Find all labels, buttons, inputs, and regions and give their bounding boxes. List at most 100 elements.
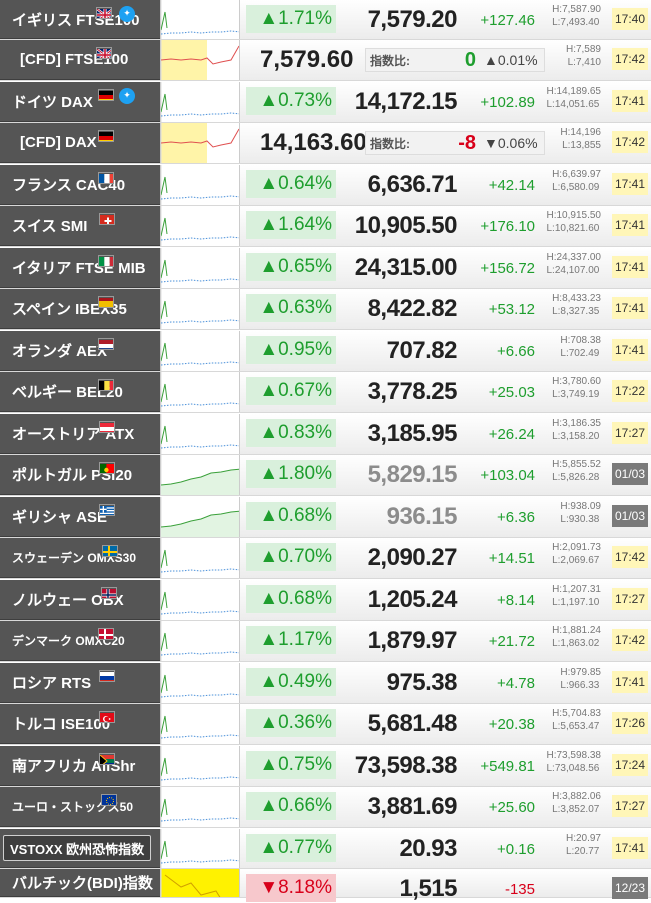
mini-chart[interactable]: [160, 787, 240, 827]
index-name-cell[interactable]: スイス SMI: [0, 206, 160, 246]
mini-chart[interactable]: [160, 289, 240, 329]
gr-flag-icon: [99, 504, 115, 516]
index-name-label[interactable]: ロシア RTS: [12, 672, 91, 693]
mini-chart[interactable]: [160, 621, 240, 661]
index-name-cell[interactable]: ベルギー BEL20: [0, 372, 160, 412]
high-low: H:6,639.97 L:6,580.09: [552, 168, 601, 194]
index-name-label[interactable]: バルチック(BDI)指数: [12, 872, 153, 893]
high-low: H:3,186.35 L:3,158.20: [552, 417, 601, 443]
index-row[interactable]: イタリア FTSE MIB ▲0.65% 24,315.00 +156.72 H:24,…: [0, 248, 651, 289]
mini-chart[interactable]: [160, 0, 240, 39]
index-name-label[interactable]: [CFD] FTSE100: [20, 51, 128, 68]
index-row[interactable]: ロシア RTS ▲0.49% 975.38 +4.78 H:979.85 L:966.33…: [0, 663, 651, 704]
low-value: L:1,863.02: [552, 638, 600, 649]
index-name-cell[interactable]: ドイツ DAX ✦: [0, 82, 160, 122]
index-name-cell[interactable]: オランダ AEX: [0, 331, 160, 371]
index-name-cell[interactable]: ロシア RTS: [0, 663, 160, 703]
index-row[interactable]: オーストリア ATX ▲0.83% 3,185.95 +26.24 H:3,186.35…: [0, 414, 651, 455]
index-name-cell[interactable]: イタリア FTSE MIB: [0, 248, 160, 288]
mini-chart[interactable]: [160, 414, 240, 454]
index-row[interactable]: デンマーク OMXC20 ▲1.17% 1,879.97 +21.72 H:1,881.…: [0, 621, 651, 662]
mini-chart[interactable]: [160, 580, 240, 620]
ratio-label: 指数比:: [370, 53, 410, 68]
index-name-cell[interactable]: ユーロ・ストックス50: [0, 787, 160, 827]
mini-chart[interactable]: [160, 704, 240, 744]
index-name-label[interactable]: 南アフリカ AllShr: [12, 755, 135, 776]
index-name-cell[interactable]: ギリシャ ASE: [0, 497, 160, 537]
index-name-label[interactable]: オランダ AEX: [12, 340, 107, 361]
mini-chart[interactable]: [160, 165, 240, 205]
mini-chart[interactable]: [160, 497, 240, 537]
index-row[interactable]: [CFD] DAX 14,163.60 指数比: -8 ▼0.06% H:14,196 L:…: [0, 123, 651, 164]
quote-cell: ▲0.95% 707.82 +6.66 H:708.38 L:702.49 17:41: [240, 331, 651, 371]
index-name-cell[interactable]: スウェーデン OMXS30: [0, 538, 160, 578]
index-name-cell[interactable]: デンマーク OMXC20: [0, 621, 160, 661]
index-row[interactable]: オランダ AEX ▲0.95% 707.82 +6.66 H:708.38 L:702.4…: [0, 331, 651, 372]
mini-chart[interactable]: [160, 455, 240, 495]
low-value: L:2,069.67: [552, 555, 600, 566]
index-name-cell[interactable]: イギリス FTSE100 ✦: [0, 0, 160, 39]
index-name-cell[interactable]: VSTOXX 欧州恐怖指数: [0, 829, 160, 868]
mini-chart[interactable]: [160, 538, 240, 578]
update-time: 17:42: [612, 131, 648, 153]
mini-chart[interactable]: [160, 663, 240, 703]
index-name-cell[interactable]: 南アフリカ AllShr: [0, 746, 160, 786]
mini-chart[interactable]: [160, 869, 240, 897]
index-row[interactable]: VSTOXX 欧州恐怖指数 ▲0.77% 20.93 +0.16 H:20.97 L:20…: [0, 829, 651, 869]
index-name-cell[interactable]: ノルウェー OBX: [0, 580, 160, 620]
index-name-cell[interactable]: オーストリア ATX: [0, 414, 160, 454]
point-change: +102.89: [480, 93, 535, 111]
quote-cell: ▲0.49% 975.38 +4.78 H:979.85 L:966.33 17:41: [240, 663, 651, 703]
mini-chart[interactable]: [160, 746, 240, 786]
index-row[interactable]: イギリス FTSE100 ✦ ▲1.71% 7,579.20 +127.46 H:7,58…: [0, 0, 651, 40]
point-change: +25.03: [488, 383, 535, 401]
index-name-label[interactable]: ドイツ DAX: [12, 91, 93, 112]
mini-chart[interactable]: [160, 829, 240, 868]
index-name-label[interactable]: オーストリア ATX: [12, 423, 134, 444]
index-name-cell[interactable]: トルコ ISE100: [0, 704, 160, 744]
mini-chart[interactable]: [160, 82, 240, 122]
index-row[interactable]: ポルトガル PSI20 ▲1.80% 5,829.15 +103.04 H:5,855.…: [0, 455, 651, 496]
index-row[interactable]: [CFD] FTSE100 7,579.60 指数比: 0 ▲0.01% H:7,589 L…: [0, 40, 651, 81]
high-value: H:1,881.24: [552, 625, 601, 636]
mini-chart[interactable]: [160, 331, 240, 371]
mini-chart[interactable]: [160, 248, 240, 288]
vstoxx-button[interactable]: VSTOXX 欧州恐怖指数: [3, 835, 152, 861]
index-name-cell[interactable]: ポルトガル PSI20: [0, 455, 160, 495]
quote-cell: ▲0.77% 20.93 +0.16 H:20.97 L:20.77 17:41: [240, 829, 651, 868]
index-name-cell[interactable]: フランス CAC40: [0, 165, 160, 205]
index-row[interactable]: トルコ ISE100 ▲0.36% 5,681.48 +20.38 H:5,704.83…: [0, 704, 651, 745]
twitter-icon[interactable]: ✦: [119, 88, 135, 104]
index-row[interactable]: ユーロ・ストックス50 ▲0.66% 3,881.69 +25.60 H:3,882.0…: [0, 787, 651, 828]
index-name-label[interactable]: トルコ ISE100: [12, 713, 110, 734]
twitter-icon[interactable]: ✦: [119, 6, 135, 22]
mini-chart[interactable]: [160, 206, 240, 246]
index-row[interactable]: ノルウェー OBX ▲0.68% 1,205.24 +8.14 H:1,207.31 L:…: [0, 580, 651, 621]
mini-chart[interactable]: [160, 40, 240, 80]
index-row[interactable]: スペイン IBEX35 ▲0.63% 8,422.82 +53.12 H:8,433.2…: [0, 289, 651, 330]
index-row[interactable]: ベルギー BEL20 ▲0.67% 3,778.25 +25.03 H:3,780.60…: [0, 372, 651, 413]
index-row[interactable]: スウェーデン OMXS30 ▲0.70% 2,090.27 +14.51 H:2,091…: [0, 538, 651, 579]
high-low: H:3,882.06 L:3,852.07: [552, 790, 601, 816]
mini-chart[interactable]: [160, 372, 240, 412]
index-name-label[interactable]: スイス SMI: [12, 215, 87, 236]
index-name-cell[interactable]: バルチック(BDI)指数: [0, 869, 160, 897]
index-row[interactable]: フランス CAC40 ▲0.64% 6,636.71 +42.14 H:6,639.97…: [0, 165, 651, 206]
low-value: L:966.33: [560, 680, 600, 691]
index-row[interactable]: スイス SMI ▲1.64% 10,905.50 +176.10 H:10,915.50…: [0, 206, 651, 247]
high-low: H:73,598.38 L:73,048.56: [547, 749, 602, 775]
index-name-label[interactable]: ギリシャ ASE: [12, 506, 107, 527]
index-name-cell[interactable]: [CFD] DAX: [0, 123, 160, 163]
index-name-label[interactable]: イタリア FTSE MIB: [12, 257, 146, 278]
index-name-label[interactable]: [CFD] DAX: [20, 134, 97, 151]
index-name-cell[interactable]: スペイン IBEX35: [0, 289, 160, 329]
index-row[interactable]: バルチック(BDI)指数 ▼8.18% 1,515 -135 12/23: [0, 869, 651, 902]
index-name-cell[interactable]: [CFD] FTSE100: [0, 40, 160, 80]
index-row[interactable]: 南アフリカ AllShr ▲0.75% 73,598.38 +549.81 H:73,5…: [0, 746, 651, 787]
mini-chart[interactable]: [160, 123, 240, 163]
cfd-price: 14,163.60: [260, 129, 367, 156]
index-row[interactable]: ドイツ DAX ✦ ▲0.73% 14,172.15 +102.89 H:14,189.6…: [0, 82, 651, 123]
percent-change: ▲0.73%: [246, 87, 336, 115]
index-row[interactable]: ギリシャ ASE ▲0.68% 936.15 +6.36 H:938.09 L:930.3…: [0, 497, 651, 538]
high-value: H:6,639.97: [552, 169, 601, 180]
